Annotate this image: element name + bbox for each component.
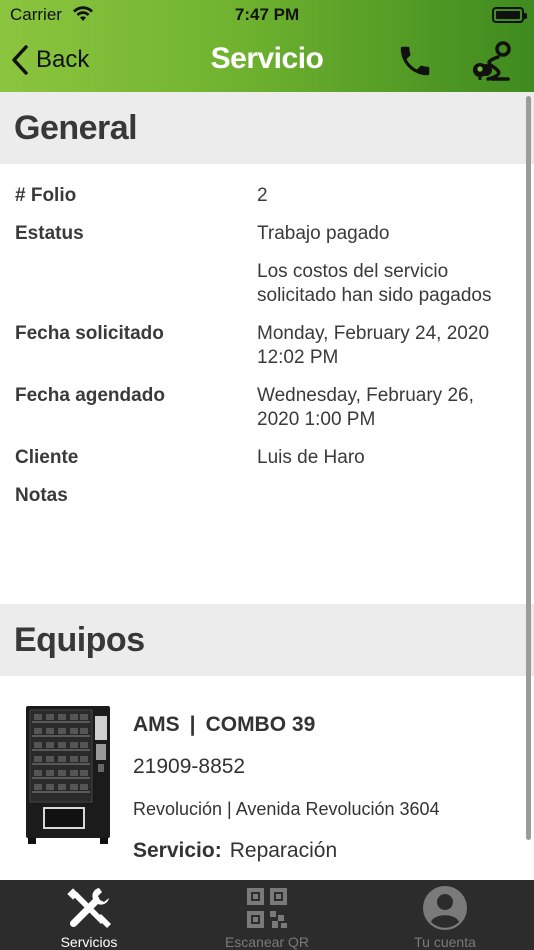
detail-value: Monday, February 24, 2020 12:02 PM: [257, 323, 490, 368]
equipment-service: Servicio: Reparación: [133, 830, 440, 872]
equipment-brand: AMS: [133, 713, 180, 736]
detail-row-cliente: Cliente Luis de Haro: [0, 446, 534, 470]
detail-label: [0, 260, 257, 308]
detail-row-folio: # Folio 2: [0, 184, 534, 208]
general-section-header: General: [0, 92, 534, 164]
service-detail-scroll[interactable]: General # Folio 2 Estatus Trabajo pagado…: [0, 92, 534, 880]
equipos-title: Equipos: [14, 620, 145, 659]
nav-bar: Back Servicio: [0, 30, 534, 92]
detail-row-notas: Notas: [0, 484, 534, 508]
detail-value: Wednesday, February 26, 2020 1:00 PM: [257, 385, 474, 430]
detail-value: Trabajo pagado: [257, 223, 390, 244]
detail-value: 2: [257, 185, 268, 206]
detail-row-estatus: Estatus Trabajo pagado: [0, 222, 534, 246]
detail-label: Estatus: [15, 223, 84, 244]
vertical-scrollbar[interactable]: [526, 96, 531, 840]
equipment-item[interactable]: AMS | COMBO 39 21909-8852 Revolución | A…: [0, 676, 534, 872]
general-details: # Folio 2 Estatus Trabajo pagado Los cos…: [0, 164, 534, 508]
vending-machine-image: [26, 706, 110, 844]
equipment-address: Revolución | Avenida Revolución 3604: [133, 798, 440, 819]
detail-label: Cliente: [15, 447, 79, 468]
detail-label: # Folio: [15, 185, 77, 206]
equipment-title: AMS | COMBO 39: [133, 704, 440, 746]
equipment-serial: 21909-8852: [133, 755, 246, 778]
navigation-header: Carrier 7:47 PM Back Servicio: [0, 0, 534, 92]
tab-label: Tu cuenta: [414, 934, 476, 950]
tools-icon: [67, 888, 111, 928]
detail-row-estatus-description: Los costos del servicio solicitado han s…: [0, 260, 534, 308]
tab-label: Servicios: [60, 934, 118, 950]
account-icon: [423, 886, 467, 930]
tab-servicios[interactable]: Servicios: [0, 880, 178, 950]
equipos-section-header: Equipos: [0, 604, 534, 676]
detail-label: Notas: [15, 485, 68, 506]
clock-time: 7:47 PM: [234, 5, 300, 24]
page-title: Servicio: [210, 42, 324, 75]
detail-label: Fecha agendado: [15, 385, 165, 406]
detail-value: [257, 484, 507, 508]
battery-icon: [492, 7, 527, 23]
equipment-model: COMBO 39: [205, 713, 316, 736]
detail-value: Luis de Haro: [257, 447, 365, 468]
tab-tu-cuenta[interactable]: Tu cuenta: [356, 880, 534, 950]
detail-row-fecha-solicitado: Fecha solicitado Monday, February 24, 20…: [0, 322, 534, 370]
service-value: Reparación: [229, 839, 338, 862]
tab-bar: Servicios Escanear QR Tu cuenta: [0, 880, 534, 950]
general-title: General: [14, 108, 138, 147]
equipment-separator: |: [189, 713, 196, 736]
status-bar: Carrier 7:47 PM: [0, 0, 534, 30]
tab-label: Escanear QR: [224, 934, 310, 950]
qr-code-icon: [247, 888, 287, 928]
detail-value: Los costos del servicio solicitado han s…: [257, 261, 492, 306]
phone-icon[interactable]: [396, 42, 434, 80]
equipment-info: AMS | COMBO 39 21909-8852 Revolución | A…: [133, 704, 440, 872]
tab-escanear-qr[interactable]: Escanear QR: [178, 880, 356, 950]
detail-label: Fecha solicitado: [15, 323, 164, 344]
route-icon[interactable]: [470, 40, 514, 84]
detail-row-fecha-agendado: Fecha agendado Wednesday, February 26, 2…: [0, 384, 534, 432]
service-label: Servicio:: [133, 839, 222, 862]
